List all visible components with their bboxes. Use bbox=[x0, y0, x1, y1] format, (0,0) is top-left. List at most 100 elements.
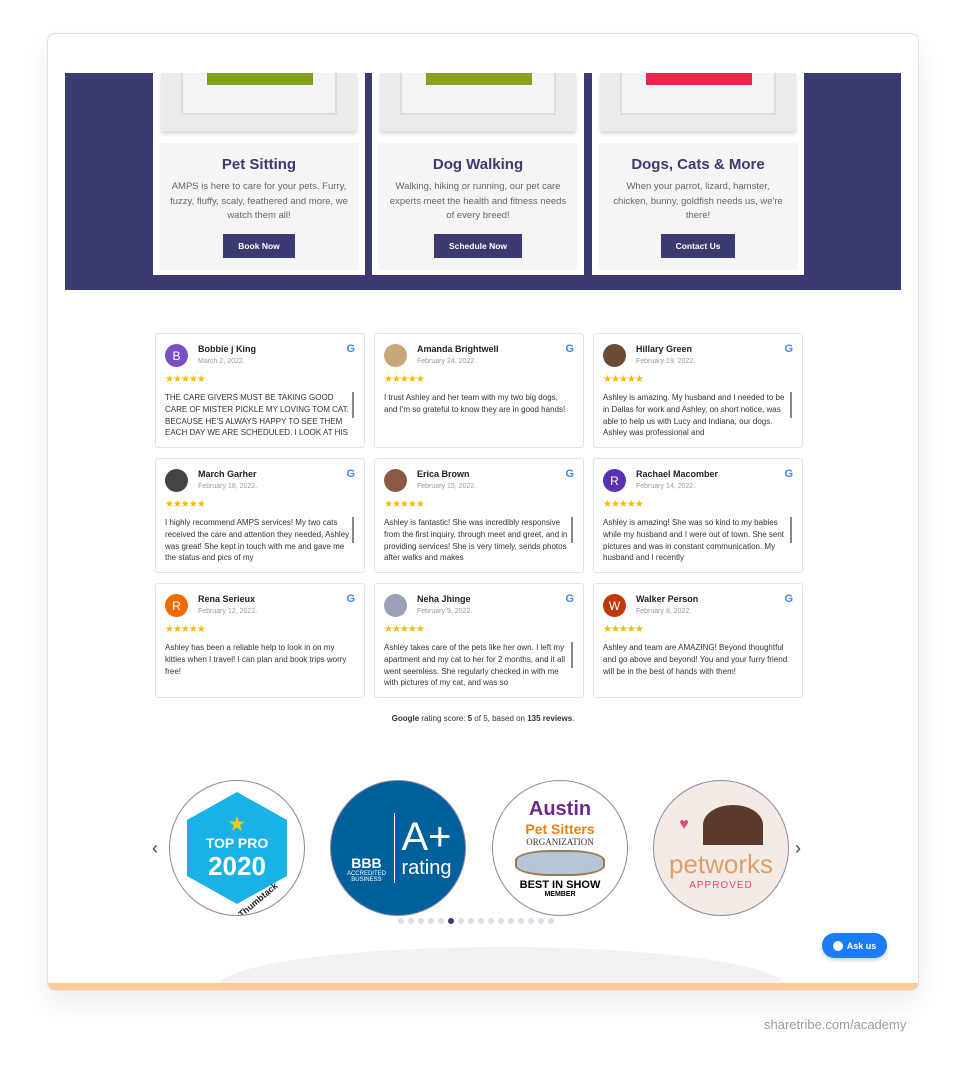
service-cta-button[interactable]: Contact Us bbox=[660, 233, 736, 258]
review-scrollbar[interactable] bbox=[790, 517, 792, 543]
ask-us-button[interactable]: Ask us bbox=[822, 933, 887, 958]
review-scrollbar[interactable] bbox=[352, 392, 354, 418]
carousel-dot[interactable] bbox=[448, 918, 454, 924]
carousel-dot[interactable] bbox=[488, 918, 494, 924]
service-title: Dogs, Cats & More bbox=[631, 156, 765, 173]
service-cta-button[interactable]: Book Now bbox=[223, 233, 295, 258]
badge-text: Pet Sitters bbox=[525, 821, 595, 837]
review-date: February 8, 2022. bbox=[636, 608, 692, 615]
avatar: R bbox=[165, 594, 188, 617]
badge-petworks: ♥ petworks APPROVED bbox=[653, 780, 789, 916]
chat-bubble-icon bbox=[832, 940, 843, 951]
badge-text: petworks bbox=[668, 849, 774, 879]
review-date: February 9, 2022. bbox=[417, 608, 473, 615]
avatar bbox=[384, 344, 407, 367]
avatar bbox=[165, 469, 188, 492]
rating-end: . bbox=[572, 714, 575, 723]
accent-bar bbox=[48, 983, 918, 990]
carousel-prev-icon[interactable]: ‹ bbox=[152, 838, 158, 859]
carousel-dot[interactable] bbox=[538, 918, 544, 924]
carousel-next-icon[interactable]: › bbox=[795, 838, 801, 859]
star-rating: ★★★★★ bbox=[165, 624, 206, 635]
service-photo bbox=[646, 73, 752, 85]
review-text: I trust Ashley and her team with my two … bbox=[384, 393, 566, 414]
footer-link[interactable]: sharetribe.com/academy bbox=[764, 1017, 906, 1032]
avatar bbox=[384, 469, 407, 492]
service-title: Dog Walking bbox=[432, 156, 524, 173]
carousel-dot[interactable] bbox=[438, 918, 444, 924]
google-icon: G bbox=[346, 343, 355, 355]
carousel-dot[interactable] bbox=[548, 918, 554, 924]
badge-text: 2020 bbox=[208, 851, 266, 881]
review-scrollbar[interactable] bbox=[571, 517, 573, 543]
rating-summary: Google rating score: 5 of 5, based on 13… bbox=[48, 714, 918, 723]
reviewer-name[interactable]: Neha Jhinge bbox=[417, 594, 471, 604]
carousel-dot[interactable] bbox=[478, 918, 484, 924]
service-title: Pet Sitting bbox=[221, 156, 297, 173]
service-description: When your parrot, lizard, hamster, chick… bbox=[613, 181, 783, 221]
reviewer-name[interactable]: Amanda Brightwell bbox=[417, 344, 499, 354]
google-icon: G bbox=[784, 343, 793, 355]
review-text: Ashley has been a reliable help to look … bbox=[165, 643, 347, 676]
decorative-hump bbox=[218, 947, 786, 987]
review-date: February 14, 2022. bbox=[636, 483, 696, 490]
review-scrollbar[interactable] bbox=[352, 517, 354, 543]
carousel-dot[interactable] bbox=[398, 918, 404, 924]
reviewer-name[interactable]: March Garher bbox=[198, 469, 257, 479]
review-text: Ashley is amazing! She was so kind to my… bbox=[603, 518, 784, 563]
review-card: Erica Brown February 15, 2022. G ★★★★★ A… bbox=[374, 458, 584, 573]
avatar: W bbox=[603, 594, 626, 617]
carousel-dot[interactable] bbox=[408, 918, 414, 924]
service-description: AMPS is here to care for your pets. Furr… bbox=[170, 181, 348, 221]
review-card: Hillary Green February 19, 2022. G ★★★★★… bbox=[593, 333, 803, 448]
avatar bbox=[603, 344, 626, 367]
badge-text: TOP PRO bbox=[205, 835, 269, 851]
badge-text: BEST IN SHOW bbox=[519, 879, 601, 891]
badge-bbb: BBB ACCREDITED BUSINESS A+ rating bbox=[330, 780, 466, 916]
service-photo bbox=[207, 73, 313, 85]
heart-icon: ♥ bbox=[679, 816, 689, 833]
carousel-dot[interactable] bbox=[508, 918, 514, 924]
review-card: R Rena Serieux February 12, 2022. G ★★★★… bbox=[155, 583, 365, 698]
service-cta-button[interactable]: Schedule Now bbox=[433, 233, 523, 258]
review-date: February 12, 2022. bbox=[198, 608, 258, 615]
carousel-dot[interactable] bbox=[418, 918, 424, 924]
reviewer-name[interactable]: Rachael Macomber bbox=[636, 469, 718, 479]
carousel-dot[interactable] bbox=[518, 918, 524, 924]
service-photo-frame bbox=[600, 73, 796, 131]
star-rating: ★★★★★ bbox=[165, 499, 206, 510]
review-card: Amanda Brightwell February 24, 2022. G ★… bbox=[374, 333, 584, 448]
rating-brand: Google bbox=[391, 714, 420, 723]
reviewer-name[interactable]: Bobbie j King bbox=[198, 344, 256, 354]
carousel-dot[interactable] bbox=[528, 918, 534, 924]
review-date: February 15, 2022. bbox=[417, 483, 477, 490]
carousel-dot[interactable] bbox=[498, 918, 504, 924]
review-card: March Garher February 18, 2022. G ★★★★★ … bbox=[155, 458, 365, 573]
google-icon: G bbox=[565, 593, 574, 605]
services-section: Pet Sitting AMPS is here to care for you… bbox=[65, 73, 901, 290]
badge-text: A+ bbox=[401, 814, 452, 859]
ask-us-label: Ask us bbox=[846, 940, 877, 951]
reviewer-name[interactable]: Walker Person bbox=[636, 594, 698, 604]
review-scrollbar[interactable] bbox=[790, 392, 792, 418]
service-card: Dog Walking Walking, hiking or running, … bbox=[372, 73, 584, 275]
google-icon: G bbox=[565, 343, 574, 355]
avatar bbox=[384, 594, 407, 617]
service-card: Dogs, Cats & More When your parrot, liza… bbox=[592, 73, 804, 275]
carousel-dot[interactable] bbox=[428, 918, 434, 924]
star-rating: ★★★★★ bbox=[384, 624, 425, 635]
review-date: February 24, 2022. bbox=[417, 358, 477, 365]
carousel-dot[interactable] bbox=[458, 918, 464, 924]
reviewer-name[interactable]: Rena Serieux bbox=[198, 594, 255, 604]
carousel-dot[interactable] bbox=[468, 918, 474, 924]
service-card: Pet Sitting AMPS is here to care for you… bbox=[153, 73, 365, 275]
review-scrollbar[interactable] bbox=[571, 642, 573, 668]
review-text: THE CARE GIVERS MUST BE TAKING GOOD CARE… bbox=[165, 393, 349, 438]
google-icon: G bbox=[346, 593, 355, 605]
review-text: Ashley is fantastic! She was incredibly … bbox=[384, 518, 568, 563]
google-icon: G bbox=[346, 468, 355, 480]
badge-text: APPROVED bbox=[689, 880, 753, 891]
reviewer-name[interactable]: Hillary Green bbox=[636, 344, 692, 354]
reviewer-name[interactable]: Erica Brown bbox=[417, 469, 470, 479]
review-card: R Rachael Macomber February 14, 2022. G … bbox=[593, 458, 803, 573]
